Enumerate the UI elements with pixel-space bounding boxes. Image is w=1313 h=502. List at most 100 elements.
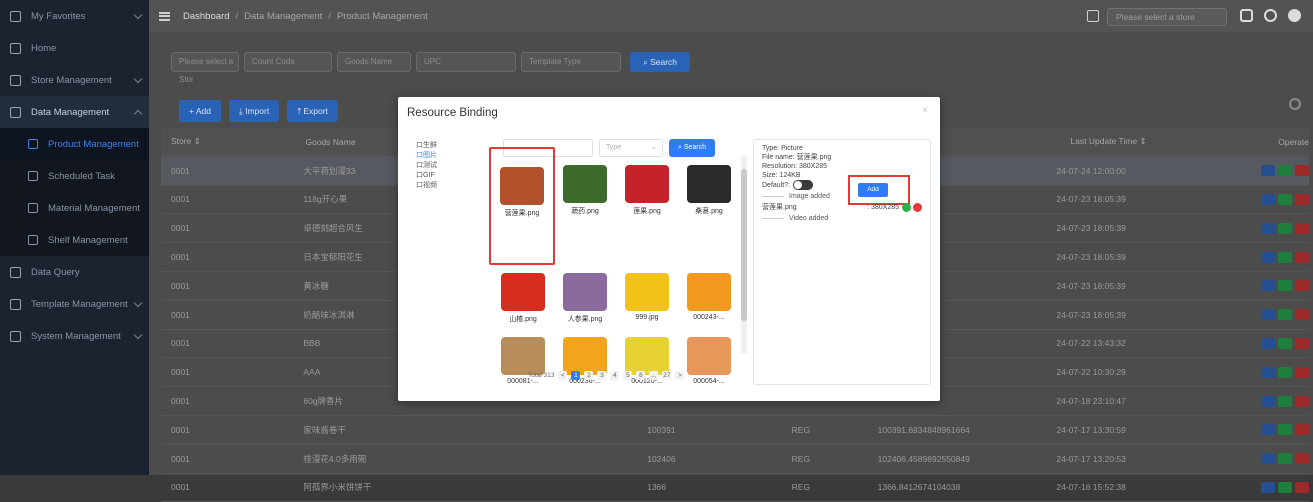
sidebar-item-material-management[interactable]: Material Management — [0, 192, 149, 224]
add-button[interactable]: Add — [858, 183, 888, 197]
import-button[interactable]: ⤓ Import — [228, 100, 280, 122]
pagination-page[interactable]: 2 — [584, 371, 594, 380]
tree-item[interactable]: 口生鲜 — [416, 141, 486, 151]
edit-icon[interactable] — [1261, 251, 1275, 263]
delete-icon[interactable] — [1295, 337, 1309, 349]
bind-icon[interactable] — [1278, 165, 1292, 177]
bind-icon[interactable] — [1278, 424, 1292, 436]
delete-icon[interactable] — [1295, 280, 1309, 292]
delete-icon[interactable] — [1295, 453, 1309, 465]
delete-icon[interactable] — [913, 203, 922, 212]
pagination-page[interactable]: 4 — [610, 371, 620, 380]
edit-icon[interactable] — [1261, 193, 1275, 205]
tree-item[interactable]: 口GIF — [416, 171, 486, 181]
resource-image-item[interactable]: 蔬药.png — [555, 161, 615, 221]
template-type-select[interactable]: Template Type — [521, 52, 621, 72]
column-header-store[interactable]: Store ⇕ — [161, 136, 305, 147]
edit-icon[interactable] — [1261, 453, 1275, 465]
bind-icon[interactable] — [1278, 366, 1292, 378]
resource-image-item[interactable]: 桑葚.png — [679, 161, 739, 221]
add-button[interactable]: + Add — [179, 100, 221, 122]
pagination-next[interactable]: > — [675, 371, 685, 380]
resource-image-item[interactable]: 000054-... — [679, 333, 739, 393]
fullscreen-icon[interactable] — [1240, 9, 1253, 22]
edit-icon[interactable] — [1261, 424, 1275, 436]
store-filter-select[interactable]: Please select a Stor — [171, 52, 239, 84]
delete-icon[interactable] — [1295, 366, 1309, 378]
sidebar-item-product-management[interactable]: Product Management — [0, 128, 149, 160]
resource-image-item[interactable]: 营莲果.png — [489, 147, 555, 265]
edit-icon[interactable] — [1261, 309, 1275, 321]
pagination-page[interactable]: 27 — [662, 371, 672, 380]
resource-image-item[interactable]: 000243-... — [679, 269, 739, 329]
edit-icon[interactable] — [1261, 366, 1275, 378]
search-button[interactable]: ⌕ Search — [630, 52, 690, 72]
edit-icon[interactable] — [1261, 165, 1275, 177]
export-button[interactable]: ⤒ Export — [287, 100, 338, 122]
bind-icon[interactable] — [1278, 395, 1292, 407]
edit-icon[interactable] — [1261, 222, 1275, 234]
resource-image-item[interactable]: 人参果.png — [555, 269, 615, 329]
pagination-page[interactable]: 6 — [636, 371, 646, 380]
resource-image-item[interactable]: 000120-... — [617, 333, 677, 393]
edit-icon[interactable] — [1261, 481, 1275, 493]
settings-icon[interactable] — [1289, 98, 1301, 110]
pagination-prev[interactable]: < — [558, 371, 568, 380]
type-select[interactable]: Type ⌄ — [599, 139, 663, 157]
delete-icon[interactable] — [1295, 424, 1309, 436]
close-icon[interactable]: × — [922, 105, 928, 116]
menu-toggle-icon[interactable] — [159, 11, 170, 21]
bind-icon[interactable] — [1278, 251, 1292, 263]
delete-icon[interactable] — [1295, 251, 1309, 263]
delete-icon[interactable] — [1295, 395, 1309, 407]
sidebar-item-scheduled-task[interactable]: Scheduled Task — [0, 160, 149, 192]
bind-icon[interactable] — [1278, 309, 1292, 321]
default-toggle[interactable] — [793, 180, 814, 190]
sidebar-item-system-management[interactable]: System Management — [0, 320, 149, 352]
delete-icon[interactable] — [1295, 481, 1309, 493]
bind-icon[interactable] — [1278, 337, 1292, 349]
sidebar-item-home[interactable]: Home — [0, 32, 149, 64]
bind-icon[interactable] — [1278, 280, 1292, 292]
breadcrumb-data-management[interactable]: Data Management — [244, 11, 322, 22]
edit-icon[interactable] — [1261, 337, 1275, 349]
bind-icon[interactable] — [1278, 481, 1292, 493]
sidebar-item-my-favorites[interactable]: My Favorites — [0, 0, 149, 32]
resource-image-item[interactable]: 999.jpg — [617, 269, 677, 329]
pagination-page[interactable]: 1 — [571, 371, 581, 380]
confirm-icon[interactable] — [902, 203, 911, 212]
resource-search-button[interactable]: ⌕ Search — [669, 139, 715, 157]
bind-icon[interactable] — [1278, 222, 1292, 234]
store-select[interactable]: Please select a store — [1107, 8, 1227, 26]
bind-icon[interactable] — [1278, 453, 1292, 465]
delete-icon[interactable] — [1295, 165, 1309, 177]
count-code-input[interactable]: Count Code — [244, 52, 332, 72]
tree-item[interactable]: 口测试 — [416, 161, 486, 171]
edit-icon[interactable] — [1261, 395, 1275, 407]
resource-image-item[interactable]: 000236-... — [555, 333, 615, 393]
delete-icon[interactable] — [1295, 193, 1309, 205]
tree-item[interactable]: 口图片 — [416, 151, 486, 161]
edit-icon[interactable] — [1261, 280, 1275, 292]
user-avatar-icon[interactable] — [1288, 9, 1301, 22]
bind-icon[interactable] — [1278, 193, 1292, 205]
sidebar-item-store-management[interactable]: Store Management — [0, 64, 149, 96]
resource-image-item[interactable]: 山楂.png — [493, 269, 553, 329]
scrollbar-thumb[interactable] — [741, 169, 747, 321]
resource-image-item[interactable]: 000081-... — [493, 333, 553, 393]
goods-name-input[interactable]: Goods Name — [337, 52, 411, 72]
column-header-last-update-time[interactable]: Last Update Time ⇕ — [1070, 136, 1278, 147]
sidebar-item-data-query[interactable]: Data Query — [0, 256, 149, 288]
globe-icon[interactable] — [1264, 9, 1277, 22]
pagination-page[interactable]: 5 — [623, 371, 633, 380]
sidebar-item-template-management[interactable]: Template Management — [0, 288, 149, 320]
pagination-ellipsis[interactable]: ... — [649, 371, 659, 380]
delete-icon[interactable] — [1295, 222, 1309, 234]
breadcrumb-dashboard[interactable]: Dashboard — [183, 11, 229, 22]
upc-input[interactable]: UPC — [416, 52, 516, 72]
sidebar-item-shelf-management[interactable]: Shelf Management — [0, 224, 149, 256]
sidebar-item-data-management[interactable]: Data Management — [0, 96, 149, 128]
resource-image-item[interactable]: 莲果.png — [617, 161, 677, 221]
tree-item[interactable]: 口视频 — [416, 181, 486, 191]
delete-icon[interactable] — [1295, 309, 1309, 321]
